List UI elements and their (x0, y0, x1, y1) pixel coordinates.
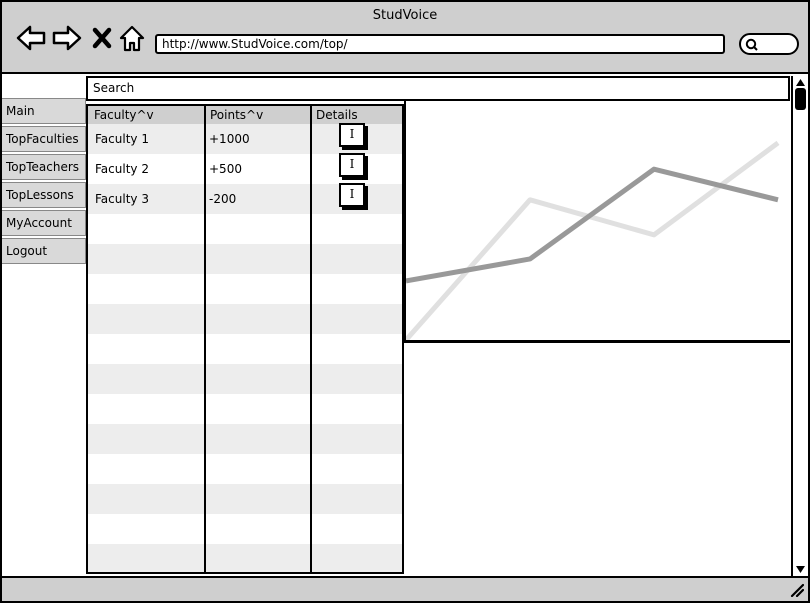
table-stripe (88, 244, 402, 274)
table-stripe (88, 364, 402, 394)
chart-series-line-1 (406, 166, 779, 284)
table-stripe (88, 304, 402, 334)
window-title: StudVoice (372, 8, 438, 23)
sidebar-item-myaccount[interactable]: MyAccount (2, 210, 86, 236)
forward-button[interactable] (52, 24, 82, 52)
sidebar-item-topfaculties[interactable]: TopFaculties (2, 126, 86, 152)
points-cell: +500 (209, 162, 242, 176)
home-button[interactable] (119, 24, 145, 52)
faculty-cell: Faculty 1 (95, 132, 149, 146)
column-header-details: Details (316, 108, 358, 122)
table-stripe (88, 544, 402, 572)
web-search-field[interactable] (739, 33, 799, 55)
faculty-table: Faculty^v Points^v Details Faculty 1 +10… (86, 104, 404, 574)
arrow-left-icon (16, 25, 46, 51)
close-icon (92, 27, 112, 49)
table-stripe (88, 484, 402, 514)
home-icon (119, 25, 145, 52)
column-header-faculty[interactable]: Faculty^v (90, 106, 154, 124)
details-button[interactable]: I (339, 183, 365, 207)
scroll-up-icon[interactable] (795, 78, 806, 87)
scroll-thumb[interactable] (795, 88, 806, 110)
url-input[interactable]: http://www.StudVoice.com/top/ (155, 34, 725, 54)
resize-grip-icon[interactable] (790, 583, 804, 597)
stop-button[interactable] (90, 24, 114, 52)
title-bar: StudVoice http://www.StudVoice.com/top/ (2, 2, 808, 74)
vertical-scrollbar[interactable] (791, 76, 808, 576)
points-cell: -200 (209, 192, 237, 206)
details-button[interactable]: I (339, 153, 365, 177)
chart-series-line-2 (406, 140, 780, 340)
search-icon (745, 38, 758, 51)
arrow-right-icon (52, 25, 82, 51)
scroll-down-icon[interactable] (795, 565, 806, 574)
sidebar-item-toplessons[interactable]: TopLessons (2, 182, 86, 208)
line-chart-plot (406, 140, 780, 340)
sidebar-item-topteachers[interactable]: TopTeachers (2, 154, 86, 180)
table-header: Faculty^v Points^v Details (88, 106, 402, 124)
status-bar (2, 576, 808, 601)
points-cell: +1000 (209, 132, 250, 146)
search-input[interactable]: Search (86, 76, 790, 101)
sidebar-item-logout[interactable]: Logout (2, 238, 86, 264)
faculty-cell: Faculty 2 (95, 162, 149, 176)
table-stripe (88, 424, 402, 454)
column-divider (310, 106, 312, 572)
details-button[interactable]: I (339, 123, 365, 147)
sidebar-item-main[interactable]: Main (2, 98, 86, 124)
line-chart (404, 101, 790, 343)
back-button[interactable] (16, 24, 46, 52)
column-header-points[interactable]: Points^v (206, 106, 263, 124)
browser-window: StudVoice http://www.StudVoice.com/top/ (0, 0, 810, 603)
faculty-cell: Faculty 3 (95, 192, 149, 206)
